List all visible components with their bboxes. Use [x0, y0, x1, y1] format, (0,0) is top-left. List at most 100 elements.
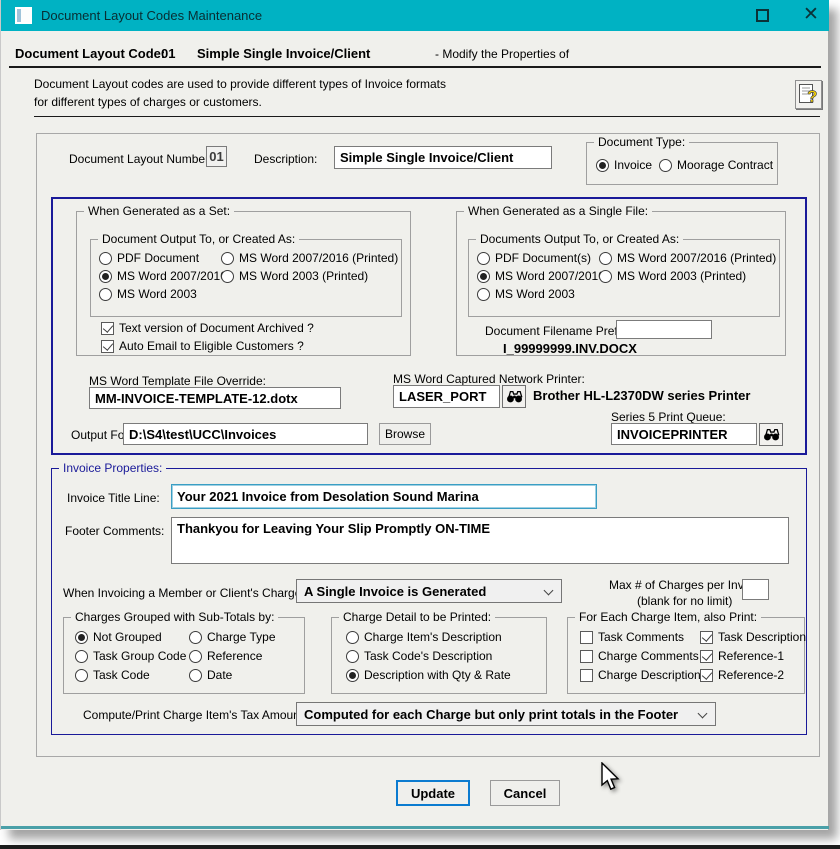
radio-set-pdf[interactable]: PDF Document — [99, 251, 199, 265]
maximize-icon[interactable] — [756, 9, 769, 22]
radio-single-word2007-printed[interactable]: MS Word 2007/2016 (Printed) — [599, 251, 776, 265]
checkbox-label: Reference-2 — [718, 668, 784, 682]
screen-edge — [0, 845, 840, 849]
radio-single-pdf[interactable]: PDF Document(s) — [477, 251, 591, 265]
help-button[interactable]: ? — [795, 80, 822, 109]
checkbox-label: Auto Email to Eligible Customers ? — [119, 339, 304, 353]
radio-icon — [477, 252, 490, 265]
grouping-legend: Charges Grouped with Sub-Totals by: — [71, 610, 278, 624]
radio-label: MS Word 2003 — [495, 287, 575, 301]
checkbox-task-comments[interactable]: Task Comments — [580, 630, 684, 644]
radio-icon — [99, 288, 112, 301]
template-override-field[interactable]: MM-INVOICE-TEMPLATE-12.dotx — [89, 387, 341, 409]
radio-icon — [346, 631, 359, 644]
filename-prefix-label: Document Filename Prefix: — [485, 324, 630, 338]
radio-single-word2007[interactable]: MS Word 2007/2016 — [477, 269, 605, 283]
checkbox-text-archived[interactable]: Text version of Document Archived ? — [101, 321, 314, 335]
invoice-title-label: Invoice Title Line: — [67, 491, 160, 505]
radio-charge-type[interactable]: Charge Type — [189, 630, 276, 644]
radio-task-group-code[interactable]: Task Group Code — [75, 649, 186, 663]
invoice-properties-legend: Invoice Properties: — [59, 461, 166, 475]
checkbox-charge-comments[interactable]: Charge Comments — [580, 649, 699, 663]
binoculars-icon — [506, 390, 523, 403]
printer-name-text: Brother HL-L2370DW series Printer — [533, 388, 750, 403]
printer-find-button[interactable] — [502, 385, 526, 408]
radio-label: Reference — [207, 649, 262, 663]
set-group: When Generated as a Set: Document Output… — [76, 211, 411, 356]
close-icon[interactable]: ✕ — [803, 4, 819, 26]
radio-icon — [189, 669, 202, 682]
radio-icon — [346, 669, 359, 682]
checkbox-icon — [101, 322, 114, 335]
single-file-group: When Generated as a Single File: Documen… — [456, 211, 786, 356]
radio-moorage-contract[interactable]: Moorage Contract — [659, 158, 773, 172]
single-output-legend: Documents Output To, or Created As: — [476, 232, 683, 246]
checkbox-icon — [580, 650, 593, 663]
checkbox-reference-1[interactable]: Reference-1 — [700, 649, 784, 663]
radio-task-codes-description[interactable]: Task Code's Description — [346, 649, 492, 663]
checkbox-label: Task Comments — [598, 630, 684, 644]
grouping-group: Charges Grouped with Sub-Totals by: Not … — [63, 617, 305, 694]
queue-find-button[interactable] — [759, 423, 783, 446]
radio-invoice[interactable]: Invoice — [596, 158, 652, 172]
radio-set-word2007[interactable]: MS Word 2007/2016 — [99, 269, 227, 283]
radio-icon — [75, 631, 88, 644]
print-queue-field[interactable]: INVOICEPRINTER — [611, 423, 757, 445]
header-modify-text: - Modify the Properties of — [435, 47, 569, 61]
document-type-legend: Document Type: — [594, 135, 689, 149]
max-charges-field[interactable] — [742, 579, 769, 600]
radio-not-grouped[interactable]: Not Grouped — [75, 630, 162, 644]
checkbox-icon — [580, 669, 593, 682]
radio-icon — [221, 270, 234, 283]
radio-description-qty-rate[interactable]: Description with Qty & Rate — [346, 668, 511, 682]
checkbox-label: Text version of Document Archived ? — [119, 321, 314, 335]
checkbox-icon — [700, 669, 713, 682]
invoicing-mode-label: When Invoicing a Member or Client's Char… — [63, 586, 311, 600]
output-folder-field[interactable]: D:\S4\test\UCC\Invoices — [123, 423, 368, 445]
radio-set-word2007-printed[interactable]: MS Word 2007/2016 (Printed) — [221, 251, 398, 265]
radio-set-word2003-printed[interactable]: MS Word 2003 (Printed) — [221, 269, 368, 283]
cancel-button[interactable]: Cancel — [490, 780, 560, 806]
radio-task-code[interactable]: Task Code — [75, 668, 150, 682]
also-print-group: For Each Charge Item, also Print: Task C… — [567, 617, 805, 694]
radio-label: Task Code's Description — [364, 649, 492, 663]
radio-label: Invoice — [614, 158, 652, 172]
tax-amounts-value: Computed for each Charge but only print … — [304, 707, 678, 722]
radio-label: Not Grouped — [93, 630, 162, 644]
checkbox-label: Reference-1 — [718, 649, 784, 663]
checkbox-label: Charge Comments — [598, 649, 699, 663]
radio-icon — [477, 270, 490, 283]
invoicing-mode-dropdown[interactable]: A Single Invoice is Generated — [296, 579, 562, 603]
printer-port-field[interactable]: LASER_PORT — [393, 385, 500, 408]
radio-single-word2003-printed[interactable]: MS Word 2003 (Printed) — [599, 269, 746, 283]
description-field[interactable]: Simple Single Invoice/Client — [334, 146, 552, 169]
radio-charge-items-description[interactable]: Charge Item's Description — [346, 630, 502, 644]
radio-icon — [99, 252, 112, 265]
radio-date[interactable]: Date — [189, 668, 232, 682]
checkbox-label: Task Description — [718, 630, 806, 644]
footer-comments-field[interactable]: Thankyou for Leaving Your Slip Promptly … — [171, 517, 789, 564]
update-button[interactable]: Update — [396, 780, 470, 806]
checkbox-charge-description[interactable]: Charge Description — [580, 668, 701, 682]
chevron-down-icon — [544, 586, 554, 596]
invoice-title-field[interactable]: Your 2021 Invoice from Desolation Sound … — [171, 484, 597, 509]
filename-prefix-field[interactable] — [616, 320, 712, 339]
radio-icon — [599, 270, 612, 283]
radio-label: Task Code — [93, 668, 150, 682]
max-charges-hint: (blank for no limit) — [637, 594, 732, 608]
browse-button[interactable]: Browse — [379, 423, 431, 445]
radio-single-word2003[interactable]: MS Word 2003 — [477, 287, 575, 301]
radio-label: PDF Document(s) — [495, 251, 591, 265]
checkbox-task-description[interactable]: Task Description — [700, 630, 806, 644]
radio-set-word2003[interactable]: MS Word 2003 — [99, 287, 197, 301]
radio-icon — [659, 159, 672, 172]
dialog-window: Document Layout Codes Maintenance ✕ Docu… — [0, 0, 828, 830]
tax-amounts-dropdown[interactable]: Computed for each Charge but only print … — [296, 702, 716, 726]
checkbox-reference-2[interactable]: Reference-2 — [700, 668, 784, 682]
tax-amounts-label: Compute/Print Charge Item's Tax Amounts: — [83, 708, 313, 722]
checkbox-auto-email[interactable]: Auto Email to Eligible Customers ? — [101, 339, 304, 353]
radio-reference[interactable]: Reference — [189, 649, 262, 663]
set-output-group: Document Output To, or Created As: PDF D… — [90, 239, 402, 317]
checkbox-icon — [101, 340, 114, 353]
print-queue-label: Series 5 Print Queue: — [611, 410, 726, 424]
